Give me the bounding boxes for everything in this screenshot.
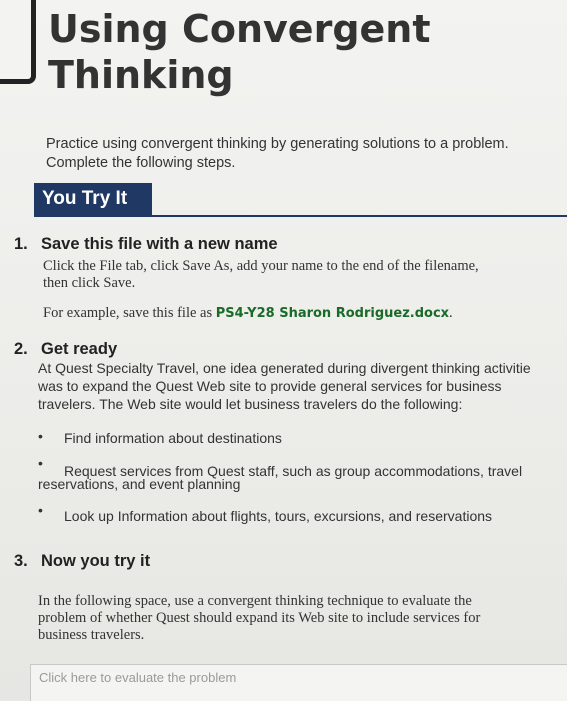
section-heading: You Try It [34,183,152,215]
step-1-title: Save this file with a new name [41,235,278,253]
title-line-1: Using Convergent [48,7,431,51]
bullet-1-dot: • [38,428,43,444]
bullet-3-dot: • [38,502,43,518]
step-3-number: 3. [14,552,28,570]
step-1-example: For example, save this file as PS4-Y28 S… [43,305,563,322]
step-1-line-2: then click Save. [43,275,136,291]
step-1-instructions: Click the File tab, click Save As, add y… [43,258,563,292]
step-1-heading: 1. Save this file with a new name [14,233,278,255]
step-3-line-2: problem of whether Quest should expand i… [38,610,481,626]
step-2-line-3: travelers. The Web site would let busine… [38,396,463,412]
bullet-1-line-1: Find information about destinations [64,430,282,446]
step-3-line-1: In the following space, use a convergent… [38,593,472,609]
example-filename: PS4-Y28 Sharon Rodriguez.docx [215,306,450,321]
step-2-line-1: At Quest Specialty Travel, one idea gene… [38,360,531,376]
page-title: Using Convergent Thinking [48,6,431,98]
bullet-2-continued: reservations, and event planning [38,475,538,493]
step-3-line-3: business travelers. [38,627,145,643]
document-page: Using Convergent Thinking Practice using… [0,0,567,701]
bullet-3: Look up Information about flights, tours… [64,507,564,525]
intro-line-2: Complete the following steps. [46,155,236,171]
decorative-frame [0,0,36,84]
step-1-line-1: Click the File tab, click Save As, add y… [43,258,479,274]
step-1-number: 1. [14,235,28,253]
step-2-description: At Quest Specialty Travel, one idea gene… [38,359,567,413]
bullet-2-line-2: reservations, and event planning [38,476,241,492]
title-line-2: Thinking [48,53,234,97]
step-1-example-suffix: . [449,305,453,321]
bullet-2-dot: • [38,455,43,471]
step-3-instructions: In the following space, use a convergent… [38,593,563,644]
response-field[interactable]: Click here to evaluate the problem [30,664,567,701]
response-placeholder: Click here to evaluate the problem [39,670,237,685]
step-2-number: 2. [14,340,28,358]
step-2-line-2: was to expand the Quest Web site to prov… [38,378,502,394]
step-2-title: Get ready [41,340,118,358]
step-1-example-prefix: For example, save this file as [43,305,216,321]
step-2-heading: 2. Get ready [14,338,117,360]
bullet-1: Find information about destinations [64,429,554,447]
intro-paragraph: Practice using convergent thinking by ge… [46,135,556,173]
section-rule [34,215,567,217]
intro-line-1: Practice using convergent thinking by ge… [46,136,509,152]
step-3-title: Now you try it [41,552,151,570]
step-3-heading: 3. Now you try it [14,550,150,572]
bullet-3-line-1: Look up Information about flights, tours… [64,508,493,524]
